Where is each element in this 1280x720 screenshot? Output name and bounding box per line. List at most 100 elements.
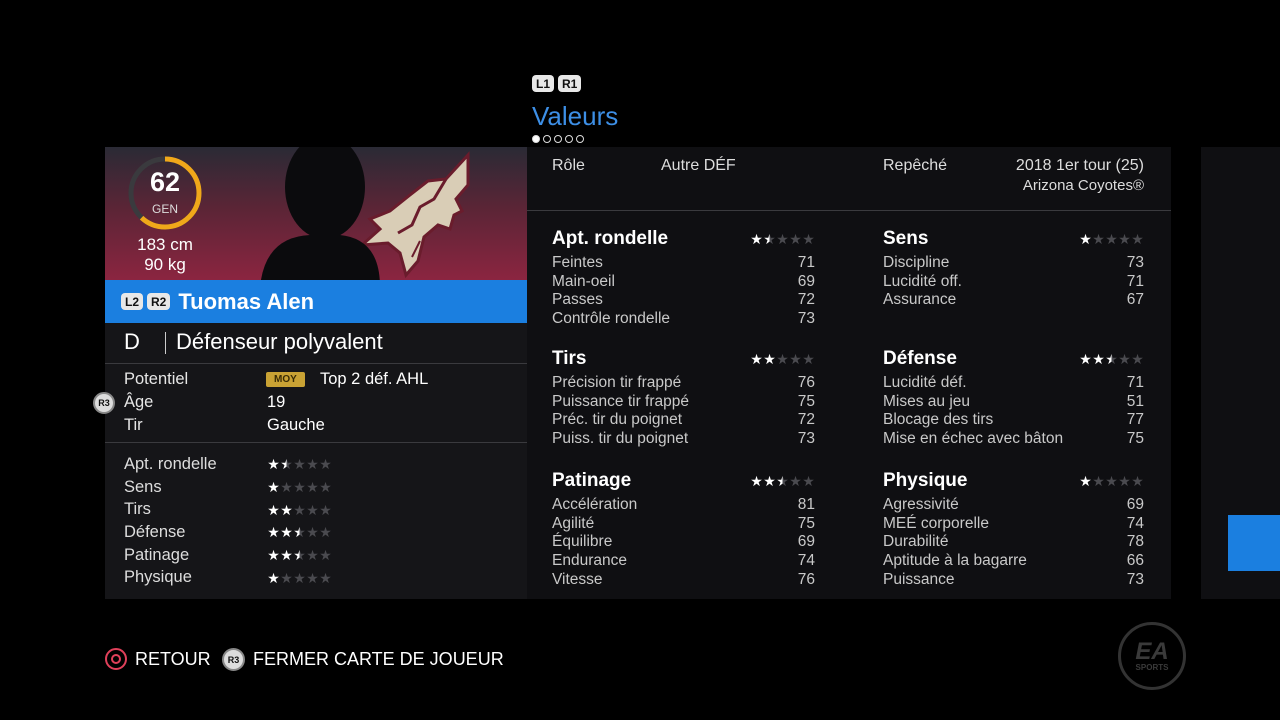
attribute-label: Puissance bbox=[883, 570, 955, 588]
star-rating: ★ ★ ★ ★ ★ bbox=[267, 480, 332, 494]
star-icon: ★ bbox=[1118, 231, 1131, 247]
attribute-value: 71 bbox=[1126, 272, 1144, 290]
page-dot bbox=[576, 135, 584, 143]
overall-label: GEN bbox=[151, 202, 178, 216]
attribute-row: Précision tir frappé 76 bbox=[552, 374, 815, 393]
r3-button-glyph[interactable]: R3 bbox=[93, 392, 115, 414]
star-rating: ★ ★ ★ ★ ★ bbox=[267, 503, 332, 517]
star-icon: ★ bbox=[280, 547, 293, 564]
attribute-row: Lucidité off. 71 bbox=[883, 273, 1144, 292]
page-title: Valeurs bbox=[532, 101, 619, 131]
star-icon: ★ bbox=[306, 547, 319, 564]
close-card-action[interactable]: R3 FERMER CARTE DE JOUEUR bbox=[222, 648, 504, 671]
summary-label: Apt. rondelle bbox=[124, 454, 217, 473]
attribute-value: 76 bbox=[797, 374, 815, 391]
attribute-value: 66 bbox=[1126, 552, 1144, 570]
star-icon: ★ bbox=[789, 473, 802, 489]
star-icon: ★ bbox=[319, 479, 332, 496]
attribute-row: Contrôle rondelle 73 bbox=[552, 310, 815, 329]
star-icon: ★ bbox=[293, 524, 306, 541]
attribute-row: Main-oeil 69 bbox=[552, 273, 815, 292]
star-icon: ★ bbox=[319, 524, 332, 541]
star-icon: ★ bbox=[1079, 473, 1092, 489]
summary-label: Patinage bbox=[124, 545, 190, 564]
page-dot bbox=[565, 135, 573, 143]
draft-team: Arizona Coyotes® bbox=[1022, 177, 1144, 194]
star-icon: ★ bbox=[1105, 351, 1118, 367]
r1-button-glyph[interactable]: R1 bbox=[558, 75, 582, 92]
category-header: Sens ★ ★ ★ ★ ★ bbox=[883, 228, 1144, 250]
attribute-row: Passes 72 bbox=[552, 291, 815, 310]
close-card-label: FERMER CARTE DE JOUEUR bbox=[253, 649, 504, 669]
star-icon: ★ bbox=[267, 501, 280, 518]
category-header: Apt. rondelle ★ ★ ★ ★ ★ bbox=[552, 228, 815, 250]
l1-button-glyph[interactable]: L1 bbox=[532, 75, 555, 92]
summary-ratings: Apt. rondelle ★ ★ ★ ★ ★ Sens ★ ★ ★ ★ ★ Tirs ★ ★ ★ ★ ★ Défe… bbox=[124, 453, 344, 589]
next-card-panel bbox=[1201, 147, 1280, 599]
attribute-label: Équilibre bbox=[552, 533, 613, 551]
star-icon: ★ bbox=[763, 351, 776, 367]
category-block: Physique ★ ★ ★ ★ ★ Agressivité 69 MEÉ corporelle… bbox=[883, 470, 1144, 590]
attribute-label: Puissance tir frappé bbox=[552, 392, 689, 410]
attribute-value: 74 bbox=[1126, 514, 1144, 532]
star-icon: ★ bbox=[1131, 231, 1144, 247]
player-name: Tuomas Alen bbox=[178, 288, 315, 314]
divider bbox=[105, 442, 527, 443]
r2-button-glyph[interactable]: R2 bbox=[147, 293, 171, 310]
attribute-row: Équilibre 69 bbox=[552, 533, 815, 552]
attribute-value: 71 bbox=[1126, 374, 1144, 391]
attribute-value: 75 bbox=[797, 514, 815, 532]
star-rating: ★ ★ ★ ★ ★ bbox=[1079, 474, 1144, 488]
star-icon: ★ bbox=[763, 473, 776, 489]
player-card-panel: 62 GEN 183 cm 90 kg L2 R2 Tuomas Alen D … bbox=[105, 147, 527, 599]
summary-label: Tirs bbox=[124, 500, 151, 519]
attribute-value: 69 bbox=[797, 533, 815, 551]
circle-button-icon bbox=[105, 648, 127, 670]
player-height: 183 cm bbox=[137, 235, 193, 254]
draft-value: 2018 1er tour (25) bbox=[1015, 157, 1144, 174]
category-title: Défense bbox=[883, 348, 957, 369]
attribute-label: Puiss. tir du poignet bbox=[552, 430, 689, 448]
divider bbox=[165, 332, 166, 354]
attribute-label: Préc. tir du poignet bbox=[552, 411, 683, 429]
ratings-panel: Rôle Autre DÉF Repêché 2018 1er tour (25… bbox=[527, 147, 1171, 599]
attribute-value: 74 bbox=[797, 552, 815, 570]
attribute-value: 72 bbox=[797, 291, 815, 309]
attribute-row: Mises au jeu 51 bbox=[883, 393, 1144, 412]
star-icon: ★ bbox=[789, 231, 802, 247]
star-icon: ★ bbox=[293, 456, 306, 473]
draft-label: Repêché bbox=[883, 157, 948, 174]
attribute-label: Lucidité off. bbox=[883, 272, 962, 290]
player-type: Défenseur polyvalent bbox=[176, 329, 383, 354]
category-block: Apt. rondelle ★ ★ ★ ★ ★ Feintes 71 Main-oeil 69 Pa… bbox=[552, 228, 815, 329]
category-title: Tirs bbox=[552, 348, 587, 369]
star-icon: ★ bbox=[802, 473, 815, 489]
attribute-label: Passes bbox=[552, 291, 603, 309]
attribute-label: Vitesse bbox=[552, 570, 603, 588]
star-rating: ★ ★ ★ ★ ★ bbox=[267, 457, 332, 471]
attribute-label: Feintes bbox=[552, 254, 603, 271]
star-icon: ★ bbox=[1092, 351, 1105, 367]
l2-button-glyph[interactable]: L2 bbox=[121, 293, 144, 310]
star-icon: ★ bbox=[319, 569, 332, 586]
next-card-highlight[interactable] bbox=[1228, 515, 1280, 571]
attribute-row: Accélération 81 bbox=[552, 496, 815, 515]
category-block: Tirs ★ ★ ★ ★ ★ Précision tir frappé 76 Puissance… bbox=[552, 348, 815, 449]
category-title: Physique bbox=[883, 470, 968, 491]
star-icon: ★ bbox=[280, 501, 293, 518]
page-dot bbox=[543, 135, 551, 143]
attribute-label: Précision tir frappé bbox=[552, 374, 682, 391]
category-header: Patinage ★ ★ ★ ★ ★ bbox=[552, 470, 815, 492]
overall-rating: 62 bbox=[149, 167, 181, 197]
attribute-label: Mise en échec avec bâton bbox=[883, 430, 1064, 448]
star-icon: ★ bbox=[1092, 231, 1105, 247]
star-icon: ★ bbox=[1105, 231, 1118, 247]
attribute-row: Assurance 67 bbox=[883, 291, 1144, 310]
star-icon: ★ bbox=[267, 547, 280, 564]
star-icon: ★ bbox=[306, 501, 319, 518]
star-icon: ★ bbox=[1131, 473, 1144, 489]
attribute-value: 78 bbox=[1126, 533, 1144, 551]
attribute-row: Discipline 73 bbox=[883, 254, 1144, 273]
star-rating: ★ ★ ★ ★ ★ bbox=[1079, 232, 1144, 246]
back-action[interactable]: RETOUR bbox=[105, 648, 211, 670]
